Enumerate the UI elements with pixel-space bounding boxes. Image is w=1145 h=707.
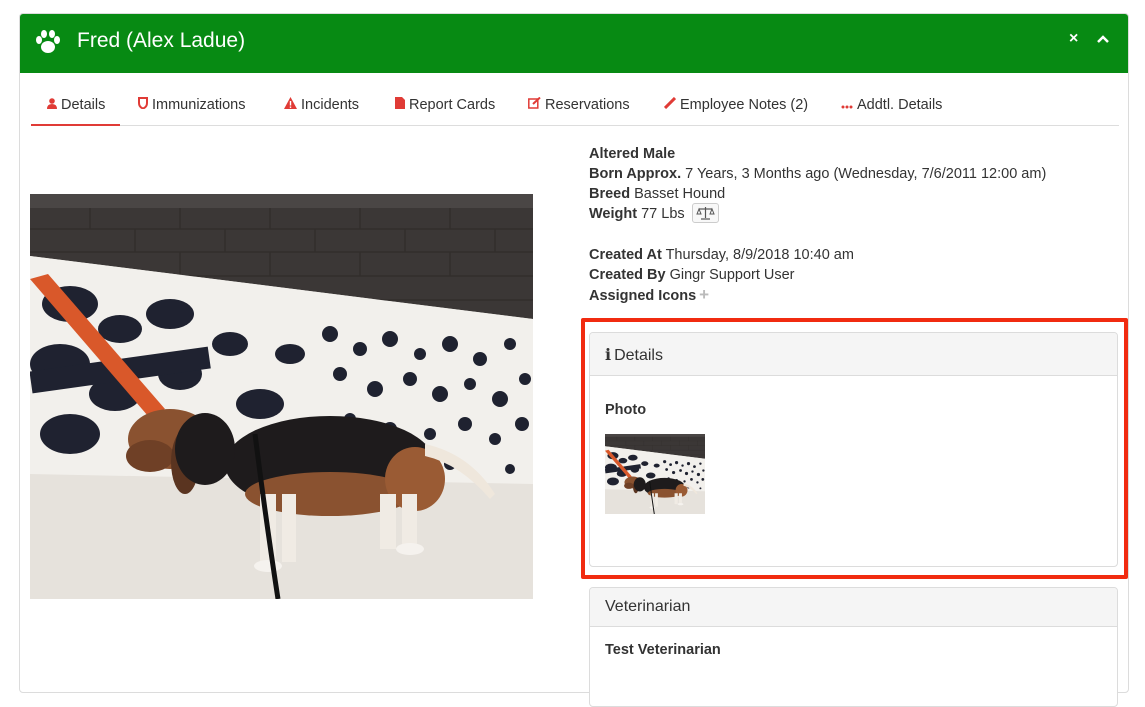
- pet-info: Altered Male Born Approx. 7 Years, 3 Mon…: [589, 144, 1046, 305]
- add-icon[interactable]: +: [699, 285, 709, 304]
- veterinarian-card-title: Veterinarian: [605, 598, 691, 615]
- assigned-icons-label: Assigned Icons: [589, 288, 697, 304]
- tab-label: Details: [61, 97, 106, 113]
- created-by-value: Gingr Support User: [669, 267, 795, 283]
- panel-header: Fred (Alex Ladue) ×: [20, 14, 1128, 73]
- born-label: Born Approx.: [589, 166, 682, 182]
- breed-value: Basset Hound: [634, 186, 726, 202]
- tab-label: Report Cards: [409, 97, 496, 113]
- pencil-icon: [664, 97, 676, 109]
- tab-details[interactable]: Details: [31, 86, 120, 126]
- born-value: 7 Years, 3 Months ago (Wednesday, 7/6/20…: [685, 166, 1047, 182]
- shield-icon: [138, 97, 148, 109]
- tab-reservations[interactable]: Reservations: [528, 86, 630, 126]
- paw-icon: [36, 30, 60, 53]
- chevron-up-icon[interactable]: [1097, 34, 1109, 44]
- gender-value: Altered Male: [589, 146, 676, 162]
- weight-history-button[interactable]: [691, 203, 719, 224]
- scale-icon: [695, 207, 715, 220]
- weight-label: Weight: [589, 206, 638, 222]
- created-by-label: Created By: [589, 267, 666, 283]
- file-icon: [395, 97, 405, 109]
- tab-report-cards[interactable]: Report Cards: [395, 86, 495, 126]
- warning-icon: [284, 97, 297, 109]
- breed-label: Breed: [589, 186, 631, 202]
- highlight-box: [581, 318, 1128, 579]
- pet-photo: [30, 194, 533, 599]
- tab-bar: Details Immunizations Incidents Report C…: [31, 86, 1119, 126]
- veterinarian-card-header: Veterinarian: [590, 588, 1117, 627]
- tab-immunizations[interactable]: Immunizations: [138, 86, 245, 126]
- edit-icon: [528, 97, 541, 109]
- tab-incidents[interactable]: Incidents: [284, 86, 359, 126]
- tab-label: Reservations: [545, 97, 630, 113]
- veterinarian-card: Veterinarian Test Veterinarian: [589, 587, 1118, 707]
- person-icon: [47, 98, 57, 109]
- page-title: Fred (Alex Ladue): [77, 29, 246, 52]
- tab-employee-notes[interactable]: Employee Notes (2): [664, 86, 808, 126]
- created-at-label: Created At: [589, 247, 662, 263]
- tab-label: Employee Notes (2): [680, 97, 809, 113]
- tab-addtl-details[interactable]: Addtl. Details: [841, 86, 942, 126]
- weight-value: 77 Lbs: [641, 206, 685, 222]
- tab-label: Addtl. Details: [857, 97, 943, 113]
- ellipsis-icon: [841, 105, 853, 109]
- created-at-value: Thursday, 8/9/2018 10:40 am: [665, 247, 854, 263]
- tab-label: Immunizations: [152, 97, 246, 113]
- tab-label: Incidents: [301, 97, 360, 113]
- close-icon[interactable]: ×: [1069, 30, 1078, 48]
- veterinarian-name: Test Veterinarian: [605, 642, 721, 658]
